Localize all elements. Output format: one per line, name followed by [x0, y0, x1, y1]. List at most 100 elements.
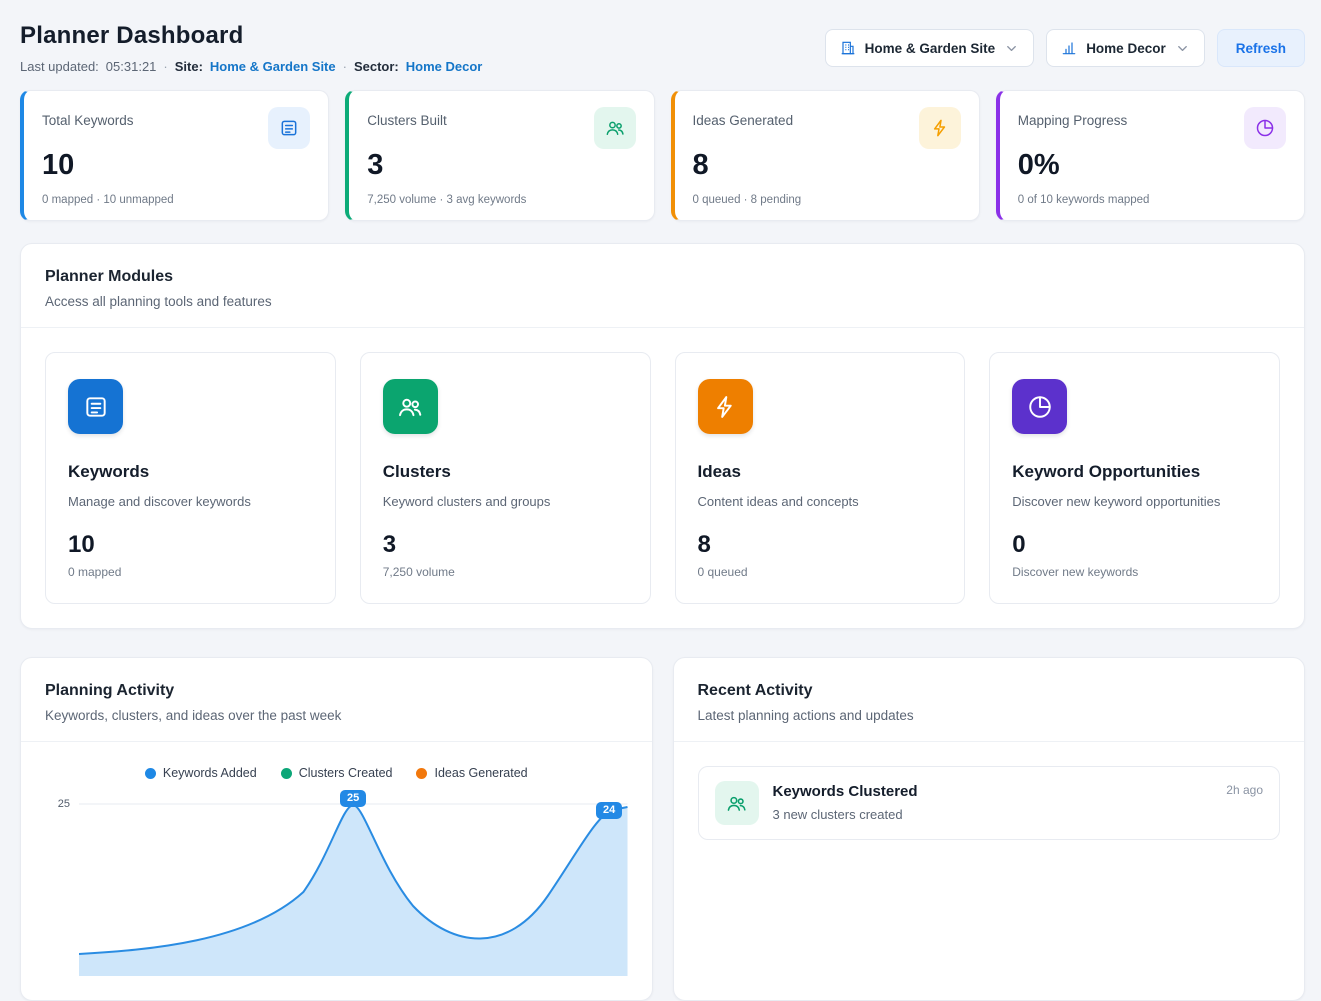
- area-chart-svg: [79, 796, 628, 976]
- users-icon: [383, 379, 438, 434]
- site-selector-value: Home & Garden Site: [865, 41, 996, 56]
- pie-chart-icon: [1012, 379, 1067, 434]
- module-value: 10: [68, 531, 313, 559]
- module-value: 0: [1012, 531, 1257, 559]
- activity-chart: 25 25 24: [45, 796, 628, 976]
- legend-dot-blue: [145, 768, 156, 779]
- chevron-down-icon: [1004, 41, 1019, 56]
- activity-item-description: 3 new clusters created: [773, 807, 918, 822]
- planning-activity-subtitle: Keywords, clusters, and ideas over the p…: [45, 708, 628, 723]
- document-icon: [268, 107, 310, 149]
- module-keyword-opportunities[interactable]: Keyword Opportunities Discover new keywo…: [989, 352, 1280, 604]
- sector-selector-value: Home Decor: [1086, 41, 1166, 56]
- divider: [674, 741, 1305, 742]
- stat-label: Mapping Progress: [1018, 107, 1128, 128]
- planning-activity-title: Planning Activity: [45, 682, 628, 700]
- pie-chart-icon: [1244, 107, 1286, 149]
- stat-detail: 7,250 volume · 3 avg keywords: [367, 194, 635, 206]
- stat-card-top: Total Keywords: [42, 107, 310, 149]
- users-icon: [594, 107, 636, 149]
- bottom-row: Planning Activity Keywords, clusters, an…: [20, 657, 1305, 1001]
- module-title: Keyword Opportunities: [1012, 462, 1257, 482]
- divider: [21, 741, 652, 742]
- users-icon: [715, 781, 759, 825]
- stat-value: 8: [693, 149, 961, 182]
- legend-label: Clusters Created: [299, 766, 393, 780]
- legend-item-ideas-generated: Ideas Generated: [416, 766, 527, 780]
- module-description: Discover new keyword opportunities: [1012, 494, 1257, 509]
- meta-line: Last updated: 05:31:21 · Site: Home & Ga…: [20, 59, 482, 74]
- module-detail: 7,250 volume: [383, 565, 628, 579]
- bolt-icon: [698, 379, 753, 434]
- page-header: Planner Dashboard Last updated: 05:31:21…: [20, 22, 1305, 74]
- stats-row: Total Keywords 10 0 mapped · 10 unmapped…: [20, 90, 1305, 221]
- last-updated-value: 05:31:21: [106, 59, 157, 74]
- activity-item-text: Keywords Clustered 3 new clusters create…: [773, 781, 918, 822]
- recent-activity-card: Recent Activity Latest planning actions …: [673, 657, 1306, 1001]
- stat-card-top: Clusters Built: [367, 107, 635, 149]
- activity-item-keywords-clustered[interactable]: Keywords Clustered 3 new clusters create…: [698, 766, 1281, 840]
- page-title: Planner Dashboard: [20, 22, 482, 50]
- stat-label: Total Keywords: [42, 107, 134, 128]
- planner-dashboard-page: Planner Dashboard Last updated: 05:31:21…: [0, 0, 1321, 1001]
- planner-modules-section: Planner Modules Access all planning tool…: [20, 243, 1305, 629]
- sector-selector-dropdown[interactable]: Home Decor: [1046, 29, 1205, 67]
- sector-label: Sector:: [354, 59, 399, 74]
- module-description: Content ideas and concepts: [698, 494, 943, 509]
- stat-detail: 0 mapped · 10 unmapped: [42, 194, 310, 206]
- stat-value: 10: [42, 149, 310, 182]
- stat-card-ideas-generated: Ideas Generated 8 0 queued · 8 pending: [671, 90, 980, 221]
- module-detail: 0 mapped: [68, 565, 313, 579]
- module-description: Manage and discover keywords: [68, 494, 313, 509]
- header-left: Planner Dashboard Last updated: 05:31:21…: [20, 22, 482, 74]
- module-description: Keyword clusters and groups: [383, 494, 628, 509]
- activity-item-title: Keywords Clustered: [773, 783, 918, 800]
- legend-dot-orange: [416, 768, 427, 779]
- legend-item-keywords-added: Keywords Added: [145, 766, 257, 780]
- divider: [21, 327, 1304, 328]
- stat-card-top: Mapping Progress: [1018, 107, 1286, 149]
- site-label: Site:: [175, 59, 203, 74]
- last-updated-label: Last updated:: [20, 59, 99, 74]
- stat-value: 3: [367, 149, 635, 182]
- data-point-label: 25: [340, 790, 366, 807]
- module-detail: 0 queued: [698, 565, 943, 579]
- module-keywords[interactable]: Keywords Manage and discover keywords 10…: [45, 352, 336, 604]
- bar-chart-icon: [1061, 40, 1077, 56]
- module-title: Keywords: [68, 462, 313, 482]
- bolt-icon: [919, 107, 961, 149]
- separator-dot: ·: [343, 59, 347, 74]
- module-value: 3: [383, 531, 628, 559]
- chart-plot-area: 25 24: [79, 796, 628, 976]
- separator-dot: ·: [163, 59, 167, 74]
- modules-title: Planner Modules: [45, 268, 1280, 286]
- module-ideas[interactable]: Ideas Content ideas and concepts 8 0 que…: [675, 352, 966, 604]
- planning-activity-card: Planning Activity Keywords, clusters, an…: [20, 657, 653, 1001]
- stat-card-top: Ideas Generated: [693, 107, 961, 149]
- recent-activity-title: Recent Activity: [698, 682, 1281, 700]
- stat-label: Clusters Built: [367, 107, 447, 128]
- modules-grid: Keywords Manage and discover keywords 10…: [45, 352, 1280, 604]
- modules-subtitle: Access all planning tools and features: [45, 294, 1280, 309]
- module-detail: Discover new keywords: [1012, 565, 1257, 579]
- legend-label: Ideas Generated: [434, 766, 527, 780]
- building-icon: [840, 40, 856, 56]
- stat-card-total-keywords: Total Keywords 10 0 mapped · 10 unmapped: [20, 90, 329, 221]
- sector-link[interactable]: Home Decor: [406, 59, 483, 74]
- legend-item-clusters-created: Clusters Created: [281, 766, 393, 780]
- recent-activity-subtitle: Latest planning actions and updates: [698, 708, 1281, 723]
- data-point-label: 24: [596, 802, 622, 819]
- site-selector-dropdown[interactable]: Home & Garden Site: [825, 29, 1035, 67]
- stat-value: 0%: [1018, 149, 1286, 182]
- header-controls: Home & Garden Site Home Decor Refresh: [825, 29, 1305, 67]
- site-link[interactable]: Home & Garden Site: [210, 59, 336, 74]
- activity-item-timestamp: 2h ago: [1226, 783, 1263, 797]
- document-icon: [68, 379, 123, 434]
- module-value: 8: [698, 531, 943, 559]
- module-clusters[interactable]: Clusters Keyword clusters and groups 3 7…: [360, 352, 651, 604]
- stat-card-mapping-progress: Mapping Progress 0% 0 of 10 keywords map…: [996, 90, 1305, 221]
- chart-legend: Keywords Added Clusters Created Ideas Ge…: [45, 766, 628, 780]
- y-axis-tick: 25: [45, 796, 79, 976]
- refresh-button[interactable]: Refresh: [1217, 29, 1305, 67]
- chevron-down-icon: [1175, 41, 1190, 56]
